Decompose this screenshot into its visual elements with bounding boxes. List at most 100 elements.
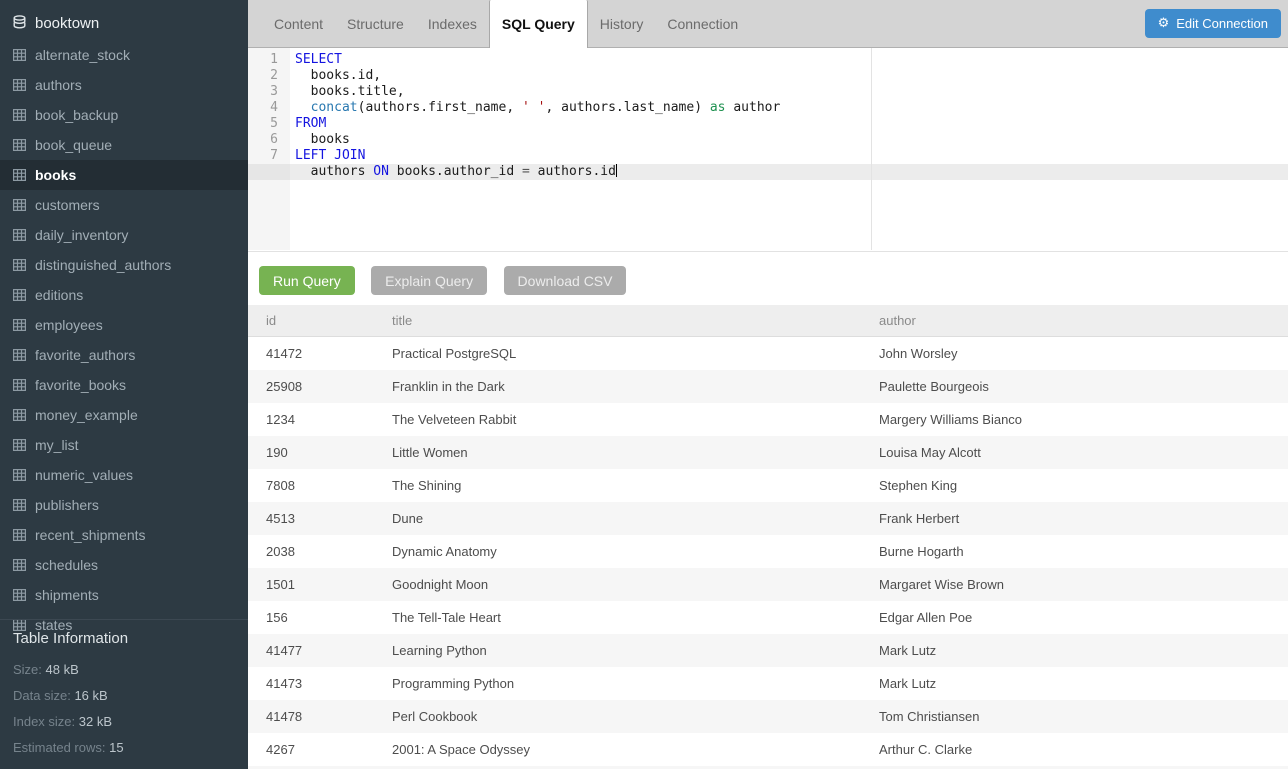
table-stat: Index size: 32 kB — [13, 709, 235, 735]
code-line: SELECT — [295, 52, 1288, 68]
cell-id: 41477 — [248, 643, 392, 658]
sidebar-item-editions[interactable]: editions — [0, 280, 248, 310]
sidebar-item-my_list[interactable]: my_list — [0, 430, 248, 460]
sidebar-item-book_backup[interactable]: book_backup — [0, 100, 248, 130]
cell-title: The Shining — [392, 478, 879, 493]
cell-title: Goodnight Moon — [392, 577, 879, 592]
cell-author: Arthur C. Clarke — [879, 742, 1288, 757]
explain-query-button[interactable]: Explain Query — [371, 266, 487, 295]
column-header-id: id — [248, 313, 392, 328]
cell-author: Edgar Allen Poe — [879, 610, 1288, 625]
tab-sql-query[interactable]: SQL Query — [489, 0, 588, 48]
sidebar-item-employees[interactable]: employees — [0, 310, 248, 340]
table-icon — [13, 259, 26, 271]
sidebar-item-label: book_backup — [35, 107, 118, 123]
stat-label: Size: — [13, 662, 42, 677]
run-query-button[interactable]: Run Query — [259, 266, 355, 295]
code-area[interactable]: SELECT books.id, books.title, concat(aut… — [290, 48, 1288, 180]
table-stat: Data size: 16 kB — [13, 683, 235, 709]
sidebar-item-books[interactable]: books — [0, 160, 248, 190]
stat-label: Index size: — [13, 714, 75, 729]
gear-icon: ⚙ — [1158, 16, 1170, 31]
results-table: idtitleauthor 41472Practical PostgreSQLJ… — [248, 305, 1288, 769]
table-row[interactable]: 41477Learning PythonMark Lutz — [248, 634, 1288, 667]
table-row[interactable]: 41473Programming PythonMark Lutz — [248, 667, 1288, 700]
table-row[interactable]: 156The Tell-Tale HeartEdgar Allen Poe — [248, 601, 1288, 634]
tab-history[interactable]: History — [588, 0, 656, 47]
table-icon — [13, 589, 26, 601]
cell-id: 156 — [248, 610, 392, 625]
table-row[interactable]: 7808The ShiningStephen King — [248, 469, 1288, 502]
sidebar-item-distinguished_authors[interactable]: distinguished_authors — [0, 250, 248, 280]
download-csv-button[interactable]: Download CSV — [504, 266, 627, 295]
text-cursor — [616, 164, 617, 177]
sidebar-item-label: customers — [35, 197, 100, 213]
sidebar-item-daily_inventory[interactable]: daily_inventory — [0, 220, 248, 250]
query-actions: Run Query Explain Query Download CSV — [248, 252, 1288, 305]
tab-content[interactable]: Content — [262, 0, 335, 47]
sidebar-item-favorite_books[interactable]: favorite_books — [0, 370, 248, 400]
sidebar-item-numeric_values[interactable]: numeric_values — [0, 460, 248, 490]
table-icon — [13, 469, 26, 481]
cell-title: Programming Python — [392, 676, 879, 691]
sidebar-item-money_example[interactable]: money_example — [0, 400, 248, 430]
stat-label: Estimated rows: — [13, 740, 105, 755]
sidebar-item-authors[interactable]: authors — [0, 70, 248, 100]
sidebar-item-label: book_queue — [35, 137, 112, 153]
table-information-title: Table Information — [13, 630, 235, 647]
table-row[interactable]: 1501Goodnight MoonMargaret Wise Brown — [248, 568, 1288, 601]
edit-connection-button[interactable]: ⚙ Edit Connection — [1145, 9, 1281, 38]
table-stat: Size: 48 kB — [13, 657, 235, 683]
table-icon — [13, 319, 26, 331]
sidebar-item-label: publishers — [35, 497, 99, 513]
sidebar-item-alternate_stock[interactable]: alternate_stock — [0, 40, 248, 70]
stat-label: Data size: — [13, 688, 71, 703]
table-icon — [13, 199, 26, 211]
table-row[interactable]: 42672001: A Space OdysseyArthur C. Clark… — [248, 733, 1288, 766]
results-body: 41472Practical PostgreSQLJohn Worsley259… — [248, 337, 1288, 766]
table-row[interactable]: 1234The Velveteen RabbitMargery Williams… — [248, 403, 1288, 436]
line-number: 1 — [248, 52, 290, 68]
results-header: idtitleauthor — [248, 305, 1288, 337]
table-row[interactable]: 190Little WomenLouisa May Alcott — [248, 436, 1288, 469]
table-icon — [13, 49, 26, 61]
table-row[interactable]: 41478Perl CookbookTom Christiansen — [248, 700, 1288, 733]
line-number: 3 — [248, 84, 290, 100]
tab-connection[interactable]: Connection — [655, 0, 750, 47]
sidebar-item-label: books — [35, 167, 76, 183]
sidebar-item-favorite_authors[interactable]: favorite_authors — [0, 340, 248, 370]
tab-structure[interactable]: Structure — [335, 0, 416, 47]
cell-author: Paulette Bourgeois — [879, 379, 1288, 394]
table-row[interactable]: 25908Franklin in the DarkPaulette Bourge… — [248, 370, 1288, 403]
sidebar-item-recent_shipments[interactable]: recent_shipments — [0, 520, 248, 550]
code-line: FROM — [295, 116, 1288, 132]
cell-id: 41472 — [248, 346, 392, 361]
cell-title: Dynamic Anatomy — [392, 544, 879, 559]
line-number: 7 — [248, 148, 290, 164]
sidebar-item-book_queue[interactable]: book_queue — [0, 130, 248, 160]
sidebar-item-shipments[interactable]: shipments — [0, 580, 248, 610]
cell-id: 41478 — [248, 709, 392, 724]
cell-title: Dune — [392, 511, 879, 526]
database-header[interactable]: booktown — [0, 6, 248, 40]
sidebar-item-label: editions — [35, 287, 83, 303]
cell-title: Franklin in the Dark — [392, 379, 879, 394]
stat-value: 32 kB — [79, 714, 112, 729]
line-number: 4 — [248, 100, 290, 116]
cell-id: 1234 — [248, 412, 392, 427]
sidebar-item-schedules[interactable]: schedules — [0, 550, 248, 580]
table-row[interactable]: 4513DuneFrank Herbert — [248, 502, 1288, 535]
tab-indexes[interactable]: Indexes — [416, 0, 489, 47]
sidebar-item-label: numeric_values — [35, 467, 133, 483]
table-information-panel: Table Information Size: 48 kBData size: … — [0, 619, 248, 769]
sidebar-item-label: authors — [35, 77, 82, 93]
sidebar-item-customers[interactable]: customers — [0, 190, 248, 220]
sql-editor[interactable]: 12345678 SELECT books.id, books.title, c… — [248, 48, 1288, 252]
table-row[interactable]: 41472Practical PostgreSQLJohn Worsley — [248, 337, 1288, 370]
table-icon — [13, 409, 26, 421]
cell-author: Burne Hogarth — [879, 544, 1288, 559]
sidebar-item-publishers[interactable]: publishers — [0, 490, 248, 520]
table-row[interactable]: 2038Dynamic AnatomyBurne Hogarth — [248, 535, 1288, 568]
cell-author: John Worsley — [879, 346, 1288, 361]
sidebar-item-label: shipments — [35, 587, 99, 603]
